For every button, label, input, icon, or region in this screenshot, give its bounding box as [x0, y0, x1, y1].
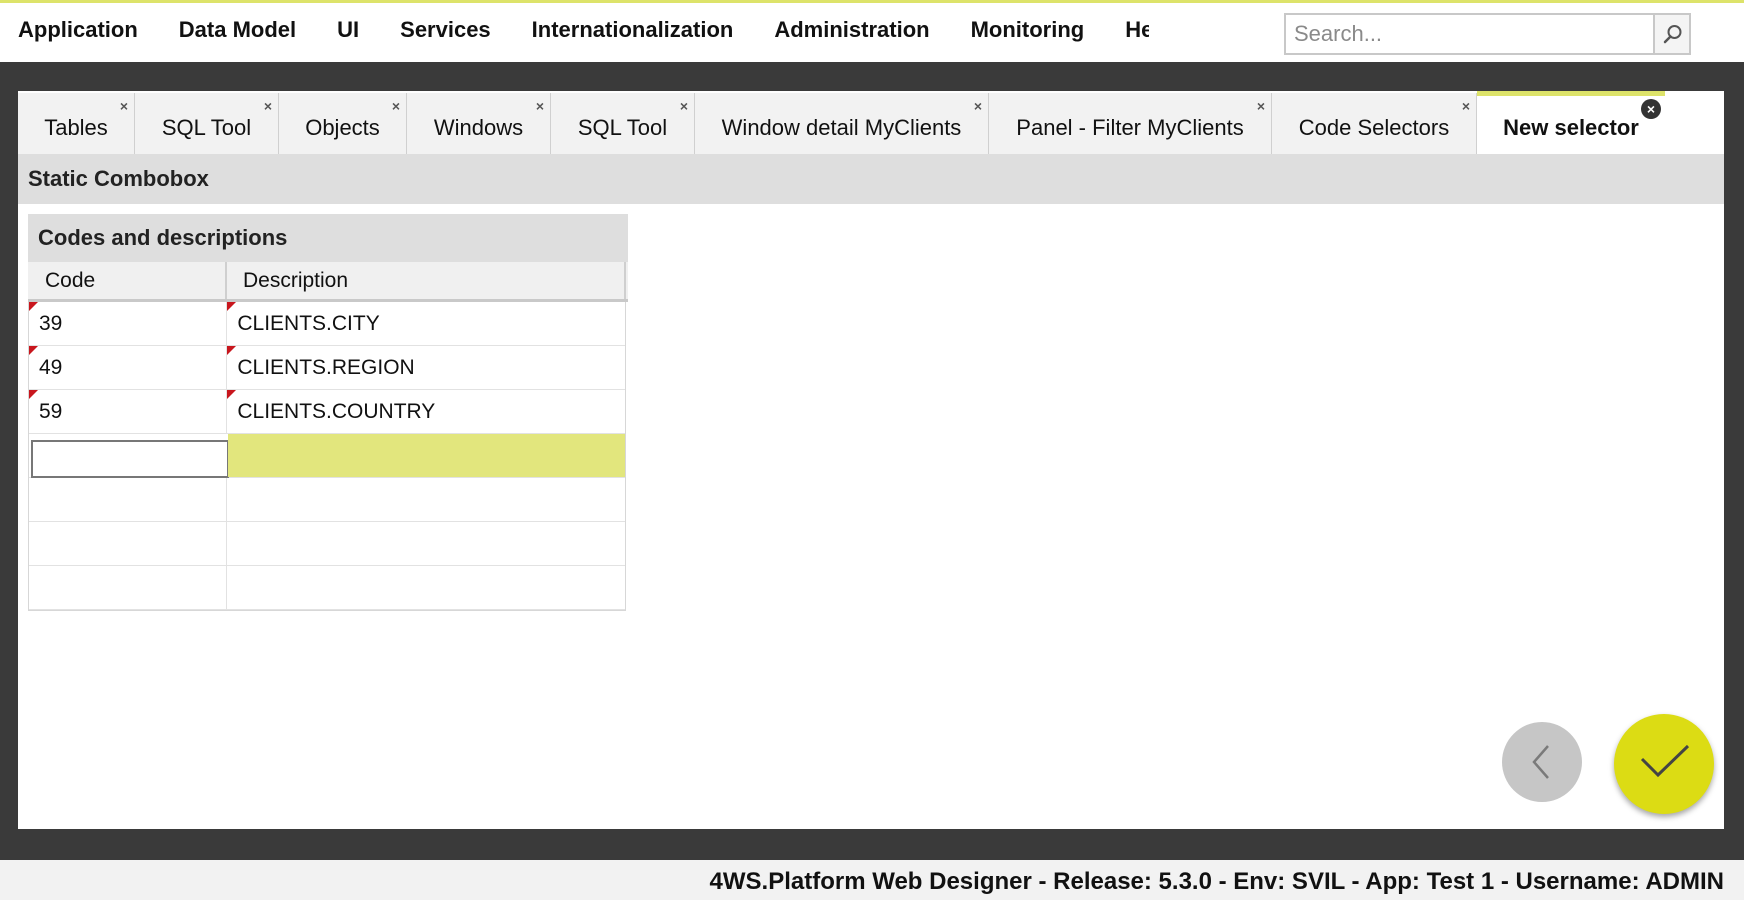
tab-label: Tables	[44, 115, 108, 140]
confirm-button[interactable]	[1614, 714, 1714, 814]
tab-window-detail[interactable]: Window detail MyClients ×	[695, 93, 989, 154]
codes-grid-panel: Codes and descriptions Code Description …	[28, 214, 628, 612]
menu-internationalization[interactable]: Internationalization	[532, 17, 734, 43]
column-header-code[interactable]: Code	[28, 262, 227, 299]
menu-help[interactable]: He	[1125, 17, 1149, 43]
menu-administration[interactable]: Administration	[774, 17, 929, 43]
menu-monitoring[interactable]: Monitoring	[971, 17, 1085, 43]
code-cell[interactable]: 59	[29, 390, 228, 433]
modified-marker	[29, 302, 38, 311]
search-input[interactable]	[1286, 15, 1646, 53]
close-icon[interactable]: ×	[680, 99, 688, 113]
grid-body: 39 CLIENTS.CITY 49 CLIENTS.REGION 59 CLI…	[28, 302, 626, 611]
code-cell[interactable]: 49	[29, 346, 228, 389]
code-cell[interactable]	[29, 522, 228, 565]
description-cell[interactable]: CLIENTS.COUNTRY	[227, 390, 625, 433]
close-icon[interactable]: ×	[1641, 99, 1661, 119]
empty-row[interactable]	[29, 478, 625, 522]
tab-label: Code Selectors	[1298, 115, 1450, 140]
description-value: CLIENTS.COUNTRY	[237, 400, 436, 423]
modified-marker	[29, 346, 38, 355]
tab-label: Objects	[305, 115, 380, 140]
tab-sql-tool[interactable]: SQL Tool ×	[135, 93, 279, 154]
description-cell[interactable]	[228, 434, 625, 477]
description-cell[interactable]: CLIENTS.CITY	[227, 302, 625, 345]
tab-label: Panel - Filter MyClients	[1016, 115, 1244, 140]
table-row[interactable]: 49 CLIENTS.REGION	[29, 346, 625, 390]
code-cell-editor[interactable]	[29, 434, 229, 478]
tab-new-selector[interactable]: New selector ×	[1477, 91, 1665, 154]
grid-header: Code Description	[28, 262, 628, 302]
chevron-left-icon	[1532, 745, 1549, 779]
search-button[interactable]	[1653, 15, 1689, 53]
close-icon[interactable]: ×	[120, 99, 128, 113]
grid-title: Codes and descriptions	[28, 214, 628, 262]
tab-label: Window detail MyClients	[721, 115, 962, 140]
empty-row[interactable]	[29, 522, 625, 566]
section-title: Static Combobox	[18, 154, 1724, 204]
menu-data-model[interactable]: Data Model	[179, 17, 296, 43]
tab-bar: Tables × SQL Tool × Objects × Windows × …	[18, 91, 1724, 154]
checkmark-icon	[1640, 744, 1690, 778]
table-row[interactable]: 39 CLIENTS.CITY	[29, 302, 625, 346]
tab-panel-filter[interactable]: Panel - Filter MyClients ×	[989, 93, 1272, 154]
close-icon[interactable]: ×	[1257, 99, 1265, 113]
modified-marker	[29, 390, 38, 399]
close-icon[interactable]: ×	[974, 99, 982, 113]
tab-label: SQL Tool	[577, 115, 668, 140]
code-cell[interactable]	[29, 478, 228, 521]
modified-marker	[227, 390, 237, 399]
description-cell[interactable]: CLIENTS.REGION	[227, 346, 625, 389]
description-cell[interactable]	[227, 566, 625, 609]
new-row-editing[interactable]	[29, 434, 625, 478]
empty-row[interactable]	[29, 566, 625, 610]
column-header-description[interactable]: Description	[227, 262, 626, 299]
close-icon[interactable]: ×	[536, 99, 544, 113]
description-cell[interactable]	[227, 522, 625, 565]
close-icon[interactable]: ×	[392, 99, 400, 113]
top-menu-bar: Application Data Model UI Services Inter…	[0, 0, 1744, 62]
code-input[interactable]	[31, 439, 229, 478]
description-value: CLIENTS.REGION	[237, 356, 415, 379]
description-cell[interactable]	[227, 478, 625, 521]
status-text: 4WS.Platform Web Designer - Release: 5.3…	[709, 868, 1724, 895]
tab-objects[interactable]: Objects ×	[279, 93, 407, 154]
main-menu: Application Data Model UI Services Inter…	[18, 17, 1149, 43]
description-value: CLIENTS.CITY	[237, 312, 380, 335]
tab-tables[interactable]: Tables ×	[18, 93, 135, 154]
back-button[interactable]	[1502, 722, 1582, 802]
tab-label: New selector	[1503, 115, 1639, 140]
code-value: 39	[39, 312, 63, 335]
tab-code-selectors[interactable]: Code Selectors ×	[1272, 93, 1477, 154]
close-icon[interactable]: ×	[264, 99, 272, 113]
modified-marker	[227, 302, 237, 311]
tab-windows[interactable]: Windows ×	[407, 93, 551, 154]
table-row[interactable]: 59 CLIENTS.COUNTRY	[29, 390, 625, 434]
workspace-panel: Tables × SQL Tool × Objects × Windows × …	[18, 91, 1724, 829]
code-cell[interactable]: 39	[29, 302, 228, 345]
menu-ui[interactable]: UI	[337, 17, 359, 43]
menu-application[interactable]: Application	[18, 17, 138, 43]
status-bar: 4WS.Platform Web Designer - Release: 5.3…	[0, 860, 1744, 900]
code-value: 59	[39, 400, 63, 423]
search-box	[1284, 13, 1691, 55]
tab-label: Windows	[433, 115, 524, 140]
menu-services[interactable]: Services	[400, 17, 491, 43]
modified-marker	[227, 346, 237, 355]
code-cell[interactable]	[29, 566, 228, 609]
magnifier-icon	[1663, 25, 1682, 44]
tab-sql-tool-2[interactable]: SQL Tool ×	[551, 93, 695, 154]
close-icon[interactable]: ×	[1462, 99, 1470, 113]
code-value: 49	[39, 356, 63, 379]
tab-label: SQL Tool	[161, 115, 252, 140]
